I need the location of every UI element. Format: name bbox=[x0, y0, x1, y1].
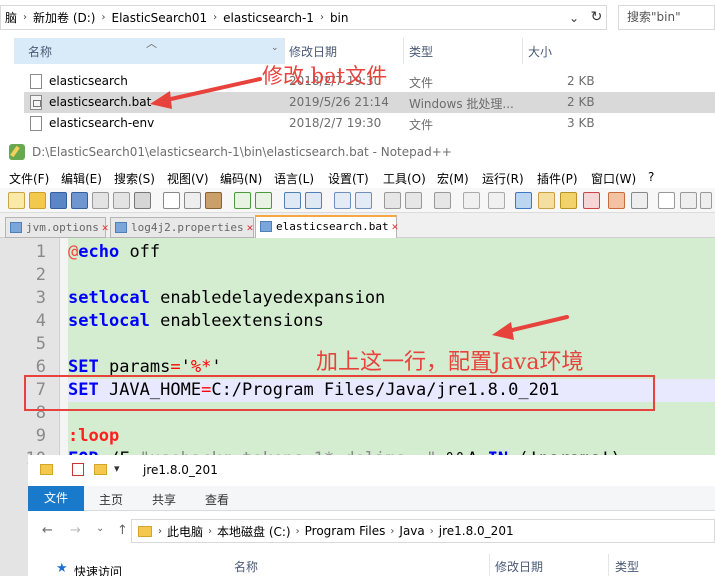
chevron-down-icon[interactable]: ▾ bbox=[114, 462, 120, 475]
breadcrumb-item[interactable]: 此电脑 bbox=[162, 523, 208, 540]
folder-icon bbox=[40, 464, 53, 475]
ribbon-view-tab[interactable]: 查看 bbox=[205, 491, 229, 508]
column-type[interactable]: 类型 bbox=[615, 558, 639, 575]
file-explorer-jre: ▾ jre1.8.0_201 文件 主页 共享 查看 ← → ⌄ ↑ › 此电脑… bbox=[28, 455, 715, 576]
up-icon[interactable]: ↑ bbox=[117, 523, 128, 538]
forward-icon[interactable]: → bbox=[70, 523, 81, 538]
back-icon[interactable]: ← bbox=[42, 523, 53, 538]
column-modified[interactable]: 修改日期 bbox=[495, 558, 543, 575]
breadcrumb-item[interactable]: Java bbox=[394, 524, 429, 538]
ribbon-tabs: 文件 主页 共享 查看 bbox=[28, 486, 715, 511]
ribbon-share-tab[interactable]: 共享 bbox=[152, 491, 176, 508]
chevron-down-icon[interactable]: ⌄ bbox=[96, 523, 104, 534]
arrow-head bbox=[492, 322, 514, 340]
sidebar-item-quick-access[interactable]: 快速访问 bbox=[74, 563, 122, 576]
breadcrumb-item[interactable]: jre1.8.0_201 bbox=[434, 524, 519, 538]
address-bar[interactable]: › 此电脑 › 本地磁盘 (C:) › Program Files › Java… bbox=[131, 519, 715, 543]
breadcrumb-item[interactable]: 本地磁盘 (C:) bbox=[212, 523, 296, 540]
arrow-head bbox=[150, 91, 172, 109]
breadcrumb-item[interactable]: Program Files bbox=[300, 524, 391, 538]
folder-icon bbox=[138, 525, 152, 537]
properties-icon[interactable] bbox=[72, 463, 84, 476]
navigation-bar: ← → ⌄ ↑ › 此电脑 › 本地磁盘 (C:) › Program File… bbox=[28, 511, 715, 550]
arrow-to-bat-file bbox=[160, 77, 262, 103]
column-header: ★ 快速访问 名称 修改日期 类型 bbox=[28, 550, 715, 576]
window-title-bar: ▾ jre1.8.0_201 bbox=[28, 455, 715, 486]
new-folder-icon[interactable] bbox=[94, 464, 107, 475]
window-title: jre1.8.0_201 bbox=[143, 463, 218, 477]
ribbon-file-tab[interactable]: 文件 bbox=[28, 486, 84, 511]
star-icon: ★ bbox=[56, 561, 68, 576]
ribbon-home-tab[interactable]: 主页 bbox=[99, 491, 123, 508]
arrow-to-line7 bbox=[502, 315, 569, 334]
column-name[interactable]: 名称 bbox=[234, 558, 258, 575]
